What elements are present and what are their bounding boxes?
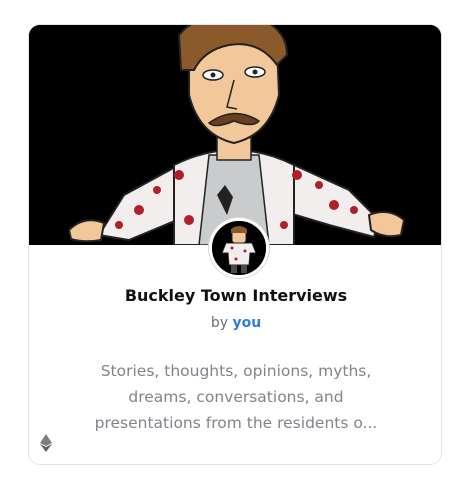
banner-image	[29, 25, 441, 245]
collection-card[interactable]: Buckley Town Interviews by you Stories, …	[28, 24, 442, 465]
byline: by you	[29, 315, 441, 331]
byline-prefix: by	[210, 315, 228, 331]
collection-description: Stories, thoughts, opinions, myths, drea…	[77, 358, 395, 436]
ethereum-icon	[40, 434, 52, 452]
description-line: presentations from the residents o...	[94, 414, 378, 432]
collection-avatar[interactable]	[209, 218, 269, 278]
collection-title[interactable]: Buckley Town Interviews	[29, 286, 441, 305]
description-line: dreams, conversations, and	[128, 388, 344, 406]
author-link[interactable]: you	[232, 315, 261, 331]
description-line: Stories, thoughts, opinions, myths,	[100, 362, 372, 380]
